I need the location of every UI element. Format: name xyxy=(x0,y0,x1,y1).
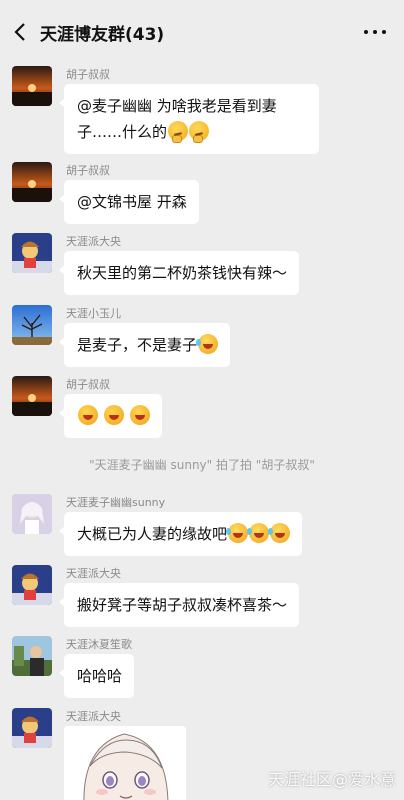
message-bubble[interactable]: 秋天里的第二杯奶茶钱快有辣～ xyxy=(58,251,300,295)
chat-header: 天涯博友群(43) xyxy=(0,0,404,64)
chat-title: 天涯博友群(43) xyxy=(40,25,165,45)
grin-emoji-icon xyxy=(103,405,124,425)
grin-emoji-icon xyxy=(78,405,98,425)
message-text: @麦子幽幽 为啥我老是看到妻 xyxy=(77,97,277,115)
message-bubble[interactable]: 大概已为人妻的缘故吧 xyxy=(58,512,303,556)
avatar[interactable] xyxy=(12,162,52,202)
avatar[interactable] xyxy=(12,636,52,676)
laugh-cry-emoji-icon xyxy=(247,523,270,543)
laugh-cry-emoji-icon xyxy=(226,523,249,543)
avatar[interactable] xyxy=(12,708,52,748)
message-bubble[interactable]: 是麦子，不是妻子 xyxy=(58,323,231,367)
thinking-emoji-icon xyxy=(168,121,189,143)
message-text: 子……什么的 xyxy=(77,123,168,141)
message-text: 是麦子，不是妻子 xyxy=(77,336,198,354)
message-text: 哈哈哈 xyxy=(77,667,123,685)
message-text: 秋天里的第二杯奶茶钱快有辣～ xyxy=(77,264,288,282)
sender-name: 天涯小玉儿 xyxy=(66,307,121,320)
avatar[interactable] xyxy=(12,66,52,106)
sender-name: 胡子叔叔 xyxy=(66,68,110,81)
message-text: @文锦书屋 开森 xyxy=(77,193,187,211)
avatar[interactable] xyxy=(12,305,52,345)
sender-name: 天涯派大央 xyxy=(66,710,121,723)
avatar[interactable] xyxy=(12,233,52,273)
avatar[interactable] xyxy=(12,376,52,416)
more-horizontal-icon[interactable] xyxy=(364,22,386,42)
message-text: 大概已为人妻的缘故吧 xyxy=(77,525,228,543)
message-text: 搬好凳子等胡子叔叔凑杯喜茶～ xyxy=(77,596,288,614)
laugh-cry-emoji-icon xyxy=(268,523,291,543)
message-bubble[interactable]: @麦子幽幽 为啥我老是看到妻 子……什么的 xyxy=(59,84,319,154)
watermark-text: 天涯社区@爱水意 xyxy=(267,770,396,789)
sender-name: 天涯沐夏笙歌 xyxy=(66,638,132,651)
message-bubble[interactable]: 哈哈哈 xyxy=(58,654,135,698)
sender-name: 天涯派大央 xyxy=(66,235,121,248)
chevron-left-icon[interactable] xyxy=(12,21,28,43)
sender-name: 胡子叔叔 xyxy=(66,164,110,177)
avatar[interactable] xyxy=(12,565,52,605)
thinking-emoji-icon xyxy=(189,121,210,143)
message-bubble[interactable]: 搬好凳子等胡子叔叔凑杯喜茶～ xyxy=(58,583,300,627)
pat-notice: "天涯麦子幽幽 sunny" 拍了拍 "胡子叔叔" xyxy=(89,458,315,472)
laugh-cry-emoji-icon xyxy=(196,334,219,354)
sticker-image[interactable] xyxy=(64,726,186,800)
grin-emoji-icon xyxy=(129,405,150,425)
message-bubble[interactable] xyxy=(59,394,162,438)
sender-name: 天涯派大央 xyxy=(66,567,121,580)
avatar[interactable] xyxy=(12,494,52,534)
message-bubble[interactable]: @文锦书屋 开森 xyxy=(59,180,199,224)
sender-name: 胡子叔叔 xyxy=(66,378,110,391)
sender-name: 天涯麦子幽幽sunny xyxy=(66,496,166,509)
